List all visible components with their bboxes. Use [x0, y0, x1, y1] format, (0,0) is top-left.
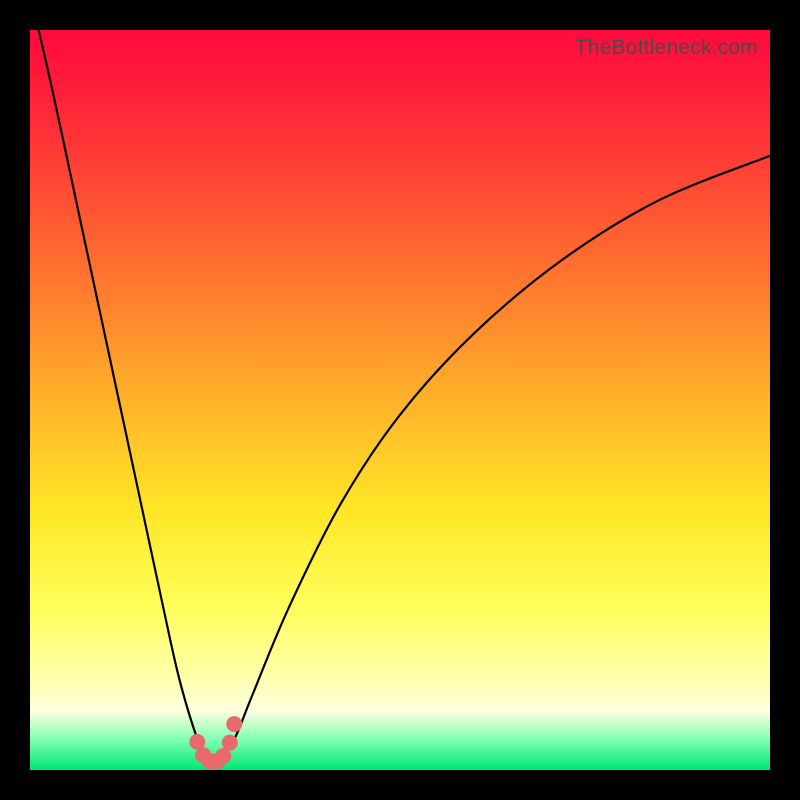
optimum-marker	[227, 717, 242, 732]
optimum-marker	[190, 734, 205, 749]
bottleneck-curve	[30, 30, 770, 761]
chart-plot-area: TheBottleneck.com	[30, 30, 770, 770]
optimum-marker-group	[190, 717, 242, 769]
optimum-marker	[216, 748, 231, 763]
optimum-marker	[222, 735, 237, 750]
watermark-text: TheBottleneck.com	[575, 36, 758, 60]
bottleneck-curve-svg	[30, 30, 770, 770]
